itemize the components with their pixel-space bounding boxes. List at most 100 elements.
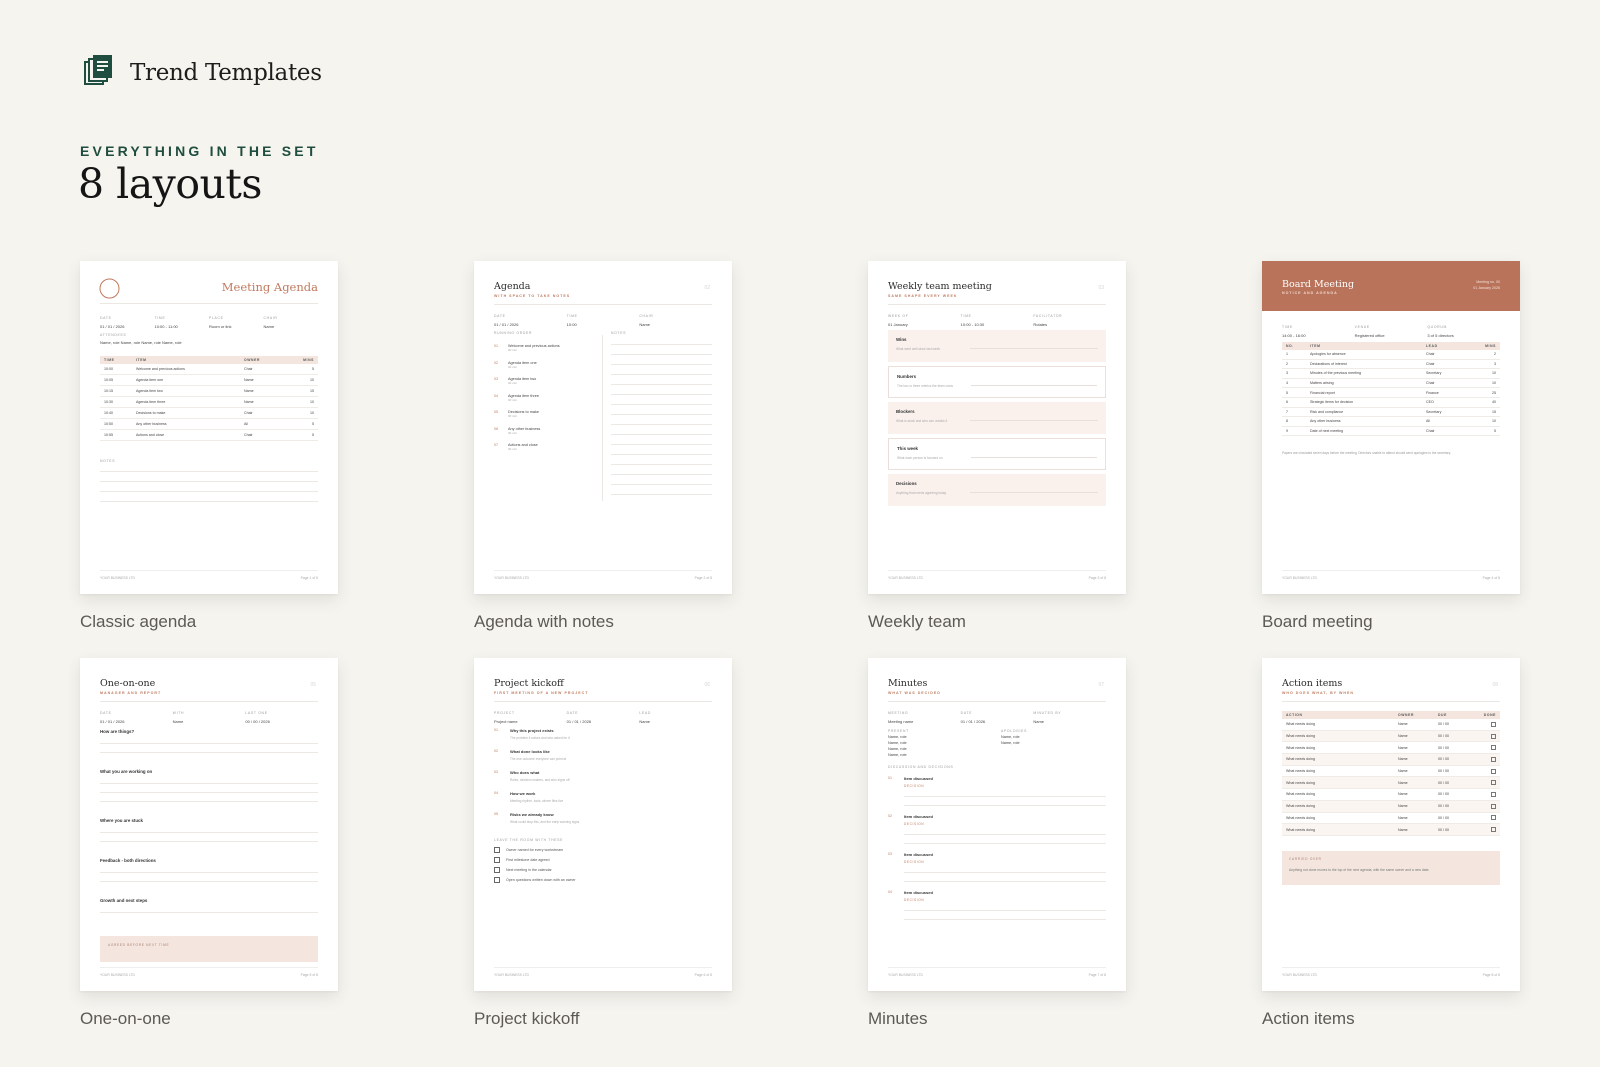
question-block: What you are working on	[100, 769, 318, 810]
list-item: This week What each person is focused on	[888, 438, 1106, 470]
agenda-table: TIME ITEM OWNER MINS 10:00 Welcome and previ…	[100, 356, 318, 441]
list-item: 04 How we work Meeting rhythm, tools, wher…	[494, 791, 564, 803]
preview-page-mark: 02	[704, 285, 710, 291]
preview-subtitle: WHAT WAS DECIDED	[888, 691, 941, 695]
preview-subtitle: NOTICE AND AGENDA	[1282, 291, 1338, 295]
checkbox-icon	[1491, 791, 1496, 797]
discussion-label: DISCUSSION AND DECISIONS	[888, 765, 954, 769]
template-caption[interactable]: Action items	[1262, 1009, 1355, 1029]
stacked-document-icon	[84, 54, 114, 91]
brand-name: Trend Templates	[130, 59, 322, 86]
notes-lines	[611, 344, 712, 504]
template-card-classic-agenda[interactable]: Meeting Agenda DATE 01 / 01 / 2026 TIME 10…	[80, 261, 338, 594]
list-item: 05 Decisions to make 00 min	[494, 410, 540, 418]
list-item: Wins What went well since last week	[888, 330, 1106, 362]
checkbox-icon	[1491, 827, 1496, 833]
question-block: How are things?	[100, 729, 318, 761]
preview-meta: DATE 01 / 01 / 2026 TIME 10:00 CHAIR Name	[494, 314, 654, 327]
template-caption[interactable]: Project kickoff	[474, 1009, 580, 1029]
list-item: 01 Welcome and previous actions 00 min	[494, 344, 560, 352]
preview-title: Project kickoff	[494, 678, 564, 689]
notes-lines	[100, 471, 318, 511]
list-item: 05 Risks we already know What could stop t…	[494, 812, 580, 824]
template-caption[interactable]: Board meeting	[1262, 612, 1373, 632]
template-card-action-items[interactable]: Action items WHO DOES WHAT, BY WHEN 08 A…	[1262, 658, 1520, 991]
table-row: 7 Risk and compliance Secretary 15	[1282, 408, 1500, 418]
present-list: PRESENT Name, role Name, role Name, role Na…	[888, 729, 909, 757]
preview-footer: YOUR BUSINESS LTD Page 3 of 8	[888, 570, 1106, 580]
table-row: What needs doing Name 00 / 00	[1282, 742, 1500, 755]
list-item: 01 Item discussed DECISION	[888, 776, 1106, 806]
table-row: 10:55 Actions and close Chair 5	[100, 430, 318, 441]
template-caption[interactable]: One-on-one	[80, 1009, 171, 1029]
preview-footer: YOUR BUSINESS LTD Page 7 of 8	[888, 967, 1106, 977]
list-item: 03 Agenda item two 00 min	[494, 377, 537, 385]
preview-meta: MEETING Meeting name DATE 01 / 01 / 2026 M…	[888, 711, 1062, 724]
section-eyebrow: EVERYTHING IN THE SET	[80, 143, 319, 159]
template-card-minutes[interactable]: Minutes WHAT WAS DECIDED 07 MEETING Meeti…	[868, 658, 1126, 991]
template-card-project-kickoff[interactable]: Project kickoff FIRST MEETING OF A NEW P…	[474, 658, 732, 991]
table-row: 8 Any other business All 10	[1282, 417, 1500, 427]
preview-page-mark: 07	[1098, 682, 1104, 688]
preview-footer: YOUR BUSINESS LTD Page 4 of 8	[1282, 570, 1500, 580]
board-note: Papers are circulated seven days before …	[1282, 451, 1451, 455]
list-item: Numbers The two or three metrics the team…	[888, 366, 1106, 398]
table-row: 10:05 Agenda item one Name 10	[100, 375, 318, 386]
list-item: 03 Who does what Roles, decision makers, a…	[494, 770, 570, 782]
list-item: 02 What done looks like The one outcome ev…	[494, 749, 567, 761]
checklist-label: LEAVE THE ROOM WITH THESE	[494, 838, 564, 842]
preview-page-mark: 03	[1098, 285, 1104, 291]
question-block: Feedback - both directions	[100, 858, 318, 890]
list-item: Blockers What is stuck and who can unstic…	[888, 402, 1106, 434]
agreed-box: AGREED BEFORE NEXT TIME	[100, 936, 318, 962]
table-row: 10:40 Decisions to make Chair 10	[100, 408, 318, 419]
checkbox-icon	[1491, 803, 1496, 809]
table-row: What needs doing Name 00 / 00	[1282, 800, 1500, 813]
preview-title: Weekly team meeting	[888, 281, 992, 292]
checkbox-icon	[1491, 768, 1496, 774]
template-caption[interactable]: Classic agenda	[80, 612, 196, 632]
checklist-item: Next meeting in the calendar	[494, 867, 712, 873]
preview-footer: YOUR BUSINESS LTD Page 6 of 8	[494, 967, 712, 977]
list-item: 01 Why this project exists The problem it …	[494, 728, 570, 740]
board-header-band: Board Meeting NOTICE AND AGENDA Meeting …	[1262, 261, 1520, 311]
list-item: 02 Agenda item one 00 min	[494, 360, 537, 369]
checkbox-icon	[1491, 780, 1496, 786]
table-row: 2 Declarations of interest Chair 3	[1282, 360, 1500, 370]
template-caption[interactable]: Minutes	[868, 1009, 928, 1029]
checkbox-icon	[494, 877, 500, 883]
brand[interactable]: Trend Templates	[84, 54, 322, 91]
table-row: What needs doing Name 00 / 00	[1282, 789, 1500, 801]
preview-meta: DATE 01 / 01 / 2026 WITH Name LAST ONE 00 /…	[100, 711, 270, 724]
preview-title: Minutes	[888, 678, 928, 689]
preview-meta: WEEK OF 01 January TIME 10:00 - 10:30 FACI…	[888, 314, 1063, 327]
checkbox-icon	[494, 867, 500, 873]
logo-circle-icon	[99, 278, 120, 299]
notes-label: NOTES	[100, 459, 116, 463]
template-card-agenda-with-notes[interactable]: Agenda WITH SPACE TO TAKE NOTES 02 DATE 0…	[474, 261, 732, 594]
template-caption[interactable]: Weekly team	[868, 612, 966, 632]
list-item: 02 Item discussed DECISION	[888, 814, 1106, 844]
template-card-board-meeting[interactable]: Board Meeting NOTICE AND AGENDA Meeting …	[1262, 261, 1520, 594]
checkbox-icon	[1491, 756, 1496, 762]
attendees: Name, role Name, role Name, role Name, r…	[100, 340, 182, 345]
table-row: 9 Date of next meeting Chair 5	[1282, 427, 1500, 437]
table-row: What needs doing Name 00 / 00	[1282, 754, 1500, 766]
template-card-one-on-one[interactable]: One-on-one MANAGER AND REPORT 05 DATE 01 …	[80, 658, 338, 991]
preview-page-mark: 06	[704, 682, 710, 688]
table-row: What needs doing Name 00 / 00	[1282, 824, 1500, 836]
board-agenda-table: NO. ITEM LEAD MINS 1 Apologies for absence Ch…	[1282, 342, 1500, 437]
preview-footer: YOUR BUSINESS LTD Page 8 of 8	[1282, 967, 1500, 977]
preview-meta: TIME 14:00 - 16:00 VENUE Registered office…	[1282, 325, 1454, 338]
preview-subtitle: WHO DOES WHAT, BY WHEN	[1282, 691, 1354, 695]
preview-page-mark: 08	[1492, 682, 1498, 688]
checkbox-icon	[494, 857, 500, 863]
table-row: 10:50 Any other business All 5	[100, 419, 318, 430]
preview-title: Action items	[1282, 678, 1343, 689]
template-caption[interactable]: Agenda with notes	[474, 612, 614, 632]
checkbox-icon	[1491, 815, 1496, 821]
list-item: 06 Any other business 00 min	[494, 426, 541, 435]
preview-subtitle: SAME SHAPE EVERY WEEK	[888, 294, 958, 298]
list-item: 03 Item discussed DECISION	[888, 852, 1106, 882]
template-card-weekly-team[interactable]: Weekly team meeting SAME SHAPE EVERY WEE…	[868, 261, 1126, 594]
